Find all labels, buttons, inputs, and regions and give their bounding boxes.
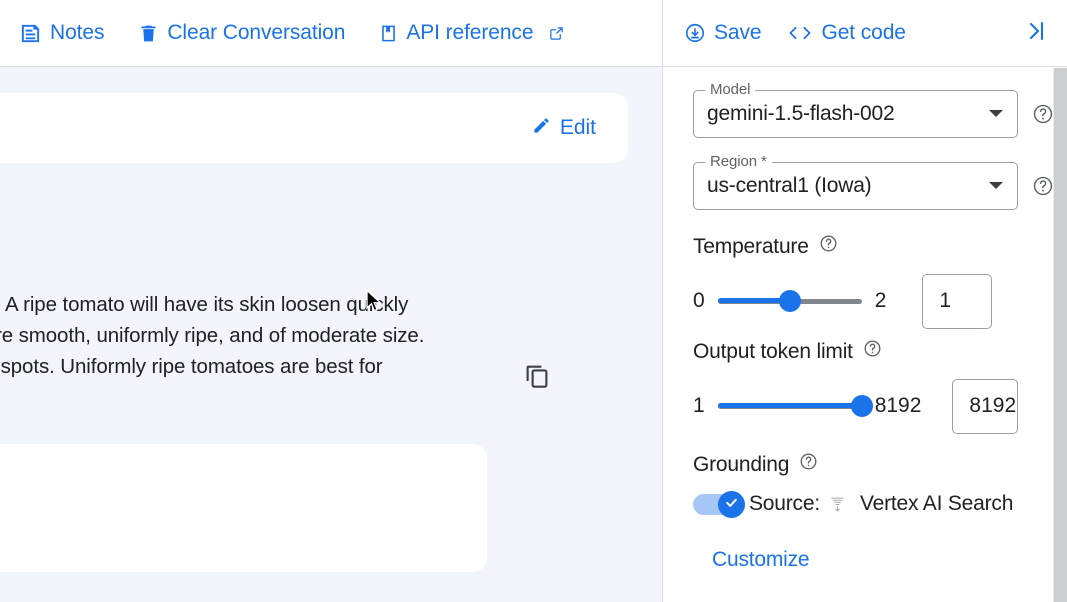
- grounding-toggle[interactable]: [693, 490, 745, 518]
- temperature-min: 0: [693, 289, 705, 313]
- model-response-block: . A ripe tomato will have its skin loose…: [0, 289, 663, 382]
- output-token-limit-value: 8192: [969, 394, 1016, 418]
- model-value: gemini-1.5-flash-002: [694, 102, 894, 126]
- temperature-slider[interactable]: [718, 298, 862, 304]
- customize-button[interactable]: Customize: [712, 548, 809, 572]
- grounding-source-row: Source: Vertex AI Search: [693, 490, 1053, 518]
- grounding-section: Grounding: [693, 452, 1053, 572]
- source-label: Source:: [749, 492, 820, 516]
- output-token-limit-min: 1: [693, 394, 705, 418]
- copy-icon: [522, 378, 552, 395]
- grounding-help-icon[interactable]: [799, 452, 818, 477]
- open-in-new-icon: [549, 26, 564, 41]
- toolbar-left-group: Notes Clear Conversation API refere: [0, 0, 663, 66]
- response-line-2: re smooth, uniformly ripe, and of modera…: [0, 320, 473, 351]
- notes-label: Notes: [50, 21, 104, 45]
- vertex-ai-icon: [829, 495, 846, 514]
- chevron-down-icon: [988, 181, 1004, 191]
- output-token-limit-label: Output token limit: [693, 340, 853, 364]
- region-help-icon[interactable]: [1032, 175, 1054, 197]
- output-token-limit-input[interactable]: 8192: [952, 379, 1018, 434]
- pencil-icon: [532, 116, 551, 141]
- toolbar-right-group: Save Get code: [663, 0, 1067, 66]
- model-help-icon[interactable]: [1032, 103, 1054, 125]
- code-brackets-icon: [787, 23, 813, 43]
- output-token-limit-param: Output token limit 1: [693, 339, 1053, 437]
- slider-fill: [718, 403, 862, 408]
- copy-response-button[interactable]: [522, 361, 552, 396]
- region-value: us-central1 (Iowa): [694, 174, 871, 198]
- get-code-button[interactable]: Get code: [787, 21, 905, 45]
- response-line-1: . A ripe tomato will have its skin loose…: [0, 289, 473, 320]
- output-token-limit-help-icon[interactable]: [863, 339, 882, 364]
- output-token-limit-slider[interactable]: [718, 403, 862, 409]
- clear-conversation-button[interactable]: Clear Conversation: [138, 21, 345, 45]
- book-icon: [379, 22, 398, 45]
- region-select[interactable]: Region * us-central1 (Iowa): [693, 162, 1018, 210]
- settings-scrollbar[interactable]: [1053, 68, 1067, 602]
- api-reference-button[interactable]: API reference: [379, 21, 564, 45]
- temperature-slider-row: 0 2 1: [693, 270, 1053, 332]
- prompt-input-card[interactable]: [0, 444, 487, 572]
- temperature-header: Temperature: [693, 234, 1053, 259]
- scrollbar-thumb[interactable]: [1054, 68, 1067, 602]
- top-toolbar: Notes Clear Conversation API refere: [0, 0, 1067, 67]
- slider-thumb[interactable]: [851, 395, 873, 417]
- trash-icon: [138, 22, 159, 45]
- edit-button[interactable]: Edit: [532, 116, 596, 141]
- get-code-label: Get code: [821, 21, 905, 45]
- clear-conversation-label: Clear Conversation: [167, 21, 345, 45]
- toggle-knob: [718, 491, 745, 518]
- temperature-help-icon[interactable]: [819, 234, 838, 259]
- notes-button[interactable]: Notes: [19, 21, 104, 45]
- settings-pane: Model gemini-1.5-flash-002: [664, 67, 1067, 602]
- output-token-limit-slider-row: 1 8192 8192: [693, 375, 1053, 437]
- source-value: Vertex AI Search: [860, 492, 1013, 516]
- temperature-param: Temperature 0: [693, 234, 1053, 332]
- output-token-limit-header: Output token limit: [693, 339, 1053, 364]
- temperature-input[interactable]: 1: [922, 274, 992, 329]
- vertex-ai-studio-window: Notes Clear Conversation API refere: [0, 0, 1067, 602]
- temperature-label: Temperature: [693, 235, 809, 259]
- model-label: Model: [705, 81, 755, 98]
- edit-label: Edit: [560, 116, 596, 140]
- collapse-panel-right-icon: [1024, 19, 1048, 48]
- output-token-limit-max: 8192: [875, 394, 922, 418]
- conversation-pane: Edit . A ripe tomato will have its skin …: [0, 67, 663, 602]
- api-reference-label: API reference: [406, 21, 533, 45]
- temperature-value: 1: [939, 289, 951, 313]
- save-download-icon: [684, 22, 706, 44]
- settings-list: Model gemini-1.5-flash-002: [664, 67, 1053, 602]
- save-label: Save: [714, 21, 761, 45]
- notes-icon: [19, 22, 42, 45]
- save-button[interactable]: Save: [684, 21, 761, 45]
- collapse-panel-button[interactable]: [1024, 19, 1048, 48]
- model-select[interactable]: Model gemini-1.5-flash-002: [693, 90, 1018, 138]
- prompt-card: Edit: [0, 93, 628, 163]
- grounding-label: Grounding: [693, 453, 789, 477]
- slider-thumb[interactable]: [779, 290, 801, 312]
- chevron-down-icon: [988, 109, 1004, 119]
- grounding-header: Grounding: [693, 452, 1053, 477]
- checkmark-icon: [724, 495, 739, 515]
- region-label: Region *: [705, 153, 772, 170]
- temperature-max: 2: [875, 289, 887, 313]
- response-line-3: spots. Uniformly ripe tomatoes are best …: [0, 351, 473, 382]
